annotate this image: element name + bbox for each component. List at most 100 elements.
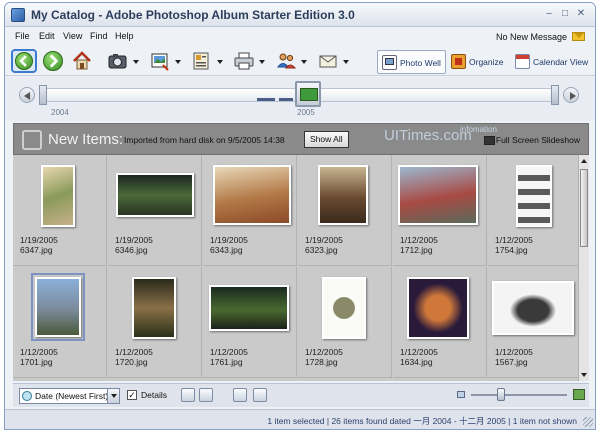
photo-cell[interactable]: 1/12/2005 1712.jpg — [393, 155, 487, 266]
timeline-right-button[interactable] — [563, 87, 579, 103]
details-checkbox[interactable]: ✓ — [127, 390, 137, 400]
close-icon[interactable]: ✕ — [575, 8, 587, 20]
photo-filename: 1754.jpg — [495, 245, 528, 255]
photo-thumbnail[interactable] — [116, 173, 194, 217]
home-button[interactable] — [71, 50, 93, 72]
maximize-icon[interactable]: □ — [559, 8, 571, 20]
resize-grip-icon[interactable] — [583, 417, 593, 427]
back-arrow-icon — [15, 52, 33, 70]
photo-cell[interactable]: 1/12/2005 1634.jpg — [393, 267, 487, 378]
photo-thumbnail[interactable] — [132, 277, 176, 339]
create-dropdown-icon[interactable] — [217, 60, 223, 64]
timeline-position-marker[interactable] — [295, 81, 321, 107]
photo-cell[interactable]: 1/19/2005 6323.jpg — [298, 155, 392, 266]
timeline-left-button[interactable] — [19, 87, 35, 103]
print-button[interactable] — [233, 50, 255, 72]
tab-calendar-view[interactable]: Calendar View — [511, 50, 592, 74]
minimize-icon[interactable]: – — [543, 8, 555, 20]
photo-thumbnail[interactable] — [398, 165, 478, 225]
edit-photo-button[interactable] — [149, 50, 171, 72]
photo-thumbnail[interactable] — [318, 165, 368, 225]
rotate-left-icon[interactable] — [181, 388, 195, 402]
menu-find[interactable]: Find — [90, 31, 108, 41]
photo-date: 1/12/2005 — [400, 235, 438, 245]
mail-icon[interactable] — [572, 32, 585, 41]
timeline-start-handle[interactable] — [39, 85, 47, 105]
photo-filename: 6343.jpg — [210, 245, 243, 255]
menu-help[interactable]: Help — [115, 31, 134, 41]
envelope-icon — [319, 55, 337, 68]
scroll-down-icon[interactable] — [581, 373, 587, 377]
scroll-up-icon[interactable] — [581, 159, 587, 163]
photo-cell[interactable]: 1/19/2005 6346.jpg — [108, 155, 202, 266]
camera-dropdown-icon[interactable] — [133, 60, 139, 64]
menu-view[interactable]: View — [63, 31, 82, 41]
large-thumbnail-icon[interactable] — [573, 389, 585, 400]
message-status[interactable]: No New Message — [496, 32, 567, 42]
tab-photo-well[interactable]: Photo Well — [377, 50, 446, 74]
create-button[interactable] — [191, 50, 213, 72]
new-items-icon — [22, 130, 42, 150]
photo-thumbnail[interactable] — [407, 277, 469, 339]
photo-cell[interactable]: 1/12/2005 1567.jpg — [488, 267, 582, 378]
photo-cell-selected[interactable]: 1/12/2005 1701.jpg — [13, 267, 107, 378]
version-set-icon[interactable] — [253, 388, 267, 402]
photo-well-scrollbar[interactable] — [578, 155, 589, 381]
photo-thumbnail[interactable] — [41, 165, 75, 227]
email-button[interactable] — [317, 50, 339, 72]
rotate-right-icon[interactable] — [199, 388, 213, 402]
stack-icon[interactable] — [233, 388, 247, 402]
email-dropdown-icon[interactable] — [343, 60, 349, 64]
chevron-down-icon[interactable] — [107, 389, 119, 403]
photo-filename: 6346.jpg — [115, 245, 148, 255]
watermark: UITimes.com — [384, 127, 472, 144]
thumbnail-size-slider[interactable] — [471, 394, 567, 396]
arrow-left-icon — [24, 92, 30, 100]
watermark-subtitle: infomation — [460, 125, 497, 134]
photo-thumbnail[interactable] — [209, 285, 289, 331]
photo-date: 1/12/2005 — [305, 347, 343, 357]
photo-thumbnail[interactable] — [213, 165, 291, 225]
share-dropdown-icon[interactable] — [301, 60, 307, 64]
photo-filename: 6323.jpg — [305, 245, 338, 255]
timeline-label-2004: 2004 — [51, 108, 69, 117]
edit-dropdown-icon[interactable] — [175, 60, 181, 64]
photo-cell[interactable]: 1/12/2005 1754.jpg — [488, 155, 582, 266]
bottom-toolbar: Date (Newest First) ✓ Details — [13, 383, 589, 407]
forward-arrow-icon — [49, 54, 59, 68]
photo-date: 1/12/2005 — [495, 235, 533, 245]
sort-order-select[interactable]: Date (Newest First) — [19, 388, 120, 404]
arrow-right-icon — [570, 92, 576, 100]
photo-thumbnail[interactable] — [492, 281, 574, 335]
slider-knob[interactable] — [497, 388, 505, 401]
forward-button[interactable] — [43, 51, 63, 71]
photo-cell[interactable]: 1/12/2005 1761.jpg — [203, 267, 297, 378]
print-dropdown-icon[interactable] — [259, 60, 265, 64]
menu-edit[interactable]: Edit — [39, 31, 55, 41]
camera-button[interactable] — [107, 50, 129, 72]
new-items-bar: New Items: Imported from hard disk on 9/… — [13, 123, 589, 155]
new-items-subtitle: Imported from hard disk on 9/5/2005 14:3… — [124, 135, 285, 145]
photo-cell[interactable]: 1/12/2005 1728.jpg — [298, 267, 392, 378]
small-thumbnail-icon[interactable] — [457, 391, 465, 398]
photo-cell[interactable]: 1/12/2005 1720.jpg — [108, 267, 202, 378]
show-all-button[interactable]: Show All — [304, 131, 349, 148]
full-screen-slideshow-button[interactable]: Full Screen Slideshow — [483, 135, 580, 145]
photo-cell[interactable]: 1/19/2005 6347.jpg — [13, 155, 107, 266]
photo-thumbnail[interactable] — [322, 277, 366, 339]
home-icon — [73, 51, 91, 70]
photo-filename: 1761.jpg — [210, 357, 243, 367]
scrollbar-thumb[interactable] — [580, 169, 588, 247]
menu-file[interactable]: File — [15, 31, 30, 41]
share-button[interactable] — [275, 50, 297, 72]
photo-thumbnail[interactable] — [516, 165, 552, 227]
sort-order-value: Date (Newest First) — [35, 391, 109, 401]
photo-filename: 1728.jpg — [305, 357, 338, 367]
photo-cell[interactable]: 1/19/2005 6343.jpg — [203, 155, 297, 266]
status-text: 1 item selected | 26 items found dated 一… — [267, 416, 577, 426]
timeline-end-handle[interactable] — [551, 85, 559, 105]
photo-date: 1/19/2005 — [305, 235, 343, 245]
back-button[interactable] — [11, 49, 37, 73]
photo-thumbnail[interactable] — [31, 273, 85, 341]
tab-organize[interactable]: Organize — [447, 50, 508, 74]
